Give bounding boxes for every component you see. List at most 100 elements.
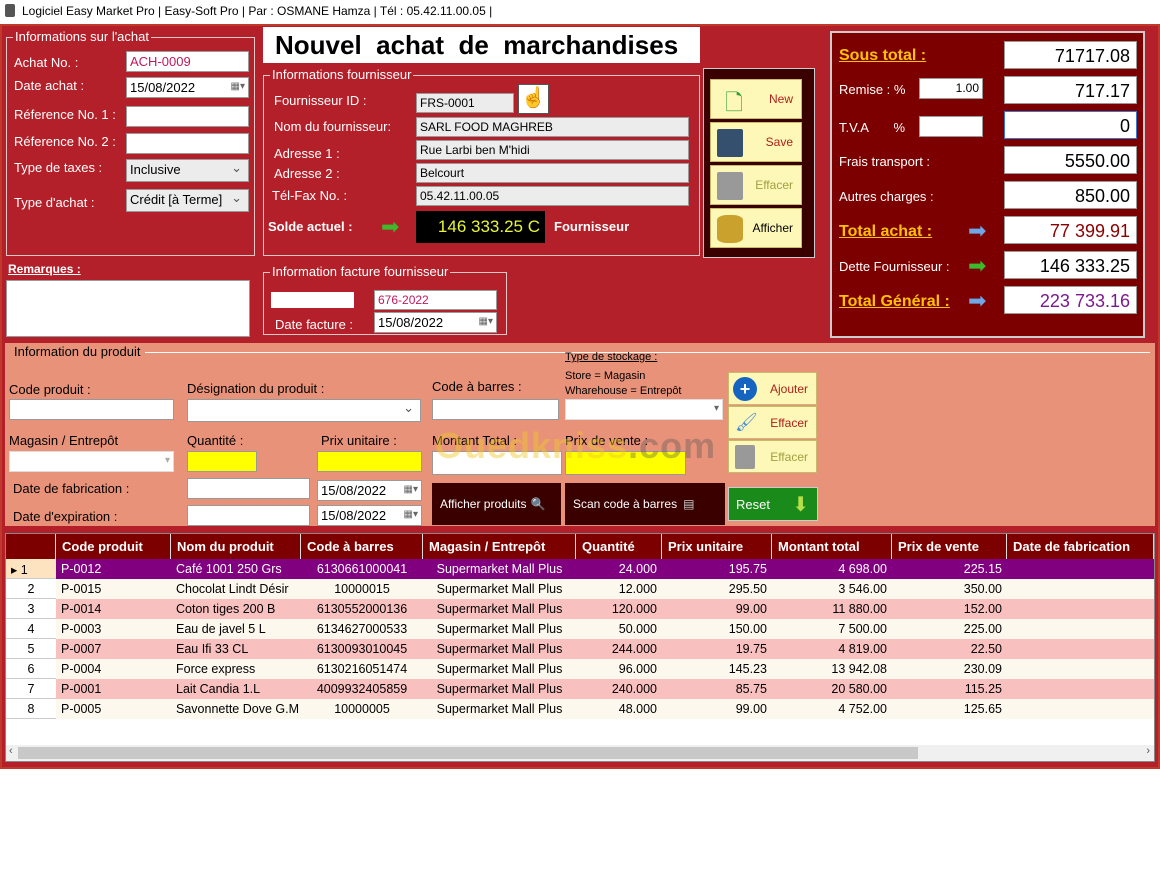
calendar-icon[interactable]: ▦▾ bbox=[231, 81, 245, 92]
effacer-button[interactable]: Effacer bbox=[710, 165, 802, 205]
stockage-line1: Store = Magasin bbox=[565, 370, 646, 382]
expiration-date-value: 15/08/2022 bbox=[321, 508, 387, 523]
table-row[interactable]: ▸ 1 P-0012 Café 1001 250 Grs 6130661000041 S… bbox=[6, 559, 1154, 579]
stockage-title: Type de stockage : bbox=[565, 351, 658, 363]
fabrication-field[interactable] bbox=[187, 478, 310, 499]
prix-unitaire-field[interactable] bbox=[317, 451, 422, 472]
table-row[interactable]: 7 P-0001 Lait Candia 1.L 4009932405859 Super… bbox=[6, 679, 1154, 699]
stockage-select[interactable]: ▾ bbox=[565, 399, 723, 420]
adresse2-label: Adresse 2 : bbox=[274, 166, 340, 181]
adresse2-field[interactable]: Belcourt bbox=[416, 163, 689, 183]
column-header[interactable]: Code à barres bbox=[301, 534, 423, 559]
magasin-select[interactable]: ▾ bbox=[9, 451, 174, 472]
scrollbar-thumb[interactable] bbox=[18, 747, 918, 759]
supprimer-produit-button[interactable]: Effacer bbox=[728, 440, 817, 473]
table-row[interactable]: 6 P-0004 Force express 6130216051474 Superma… bbox=[6, 659, 1154, 679]
column-header[interactable]: Nom du produit bbox=[171, 534, 301, 559]
remise-pct-field[interactable]: 1.00 bbox=[919, 78, 983, 99]
table-cell bbox=[1007, 559, 1154, 579]
table-cell: 195.75 bbox=[662, 559, 772, 579]
expiration-field[interactable] bbox=[187, 505, 310, 526]
horizontal-scrollbar[interactable]: ‹ › bbox=[6, 745, 1154, 761]
column-header[interactable]: Quantité bbox=[576, 534, 662, 559]
scroll-right-icon[interactable]: › bbox=[1146, 745, 1150, 757]
ref2-field[interactable] bbox=[126, 133, 249, 154]
scan-button[interactable]: Scan code à barres ▤ bbox=[565, 483, 725, 525]
row-number: 7 bbox=[6, 679, 56, 699]
table-row[interactable]: 5 P-0007 Eau Ifi 33 CL 6130093010045 Superma… bbox=[6, 639, 1154, 659]
afficher-produits-label: Afficher produits bbox=[440, 497, 527, 511]
date-facture-label: Date facture : bbox=[275, 317, 354, 332]
expiration-date-picker[interactable]: 15/08/2022 ▦▾ bbox=[317, 505, 422, 526]
date-facture-picker[interactable]: 15/08/2022 ▦▾ bbox=[374, 312, 497, 333]
column-header[interactable]: Montant total bbox=[772, 534, 892, 559]
tel-field[interactable]: 05.42.11.00.05 bbox=[416, 186, 689, 206]
new-button[interactable]: 🗋 New bbox=[710, 79, 802, 119]
ajouter-button[interactable]: + Ajouter bbox=[728, 372, 817, 405]
code-produit-field[interactable] bbox=[9, 399, 174, 420]
table-row[interactable]: 2 P-0015 Chocolat Lindt Désir 10000015 Super… bbox=[6, 579, 1154, 599]
barres-field[interactable] bbox=[432, 399, 559, 420]
table-cell: 240.000 bbox=[576, 679, 662, 699]
new-label: New bbox=[768, 92, 793, 106]
table-cell: Supermarket Mall Plus bbox=[423, 579, 576, 599]
effacer-label: Effacer bbox=[755, 178, 793, 192]
window-title: Logiciel Easy Market Pro | Easy-Soft Pro… bbox=[22, 4, 493, 18]
remarques-textarea[interactable] bbox=[6, 280, 250, 337]
products-table: Code produit Nom du produit Code à barres M… bbox=[5, 533, 1155, 762]
select-fournisseur-button[interactable]: ☝ bbox=[518, 84, 549, 114]
table-cell: 6130093010045 bbox=[301, 639, 423, 659]
effacer-produit-button[interactable]: 🖌 Effacer bbox=[728, 406, 817, 439]
transport-field[interactable]: 5550.00 bbox=[1004, 146, 1137, 174]
database-icon bbox=[717, 215, 743, 243]
calendar-icon[interactable]: ▦▾ bbox=[479, 316, 493, 327]
table-cell: P-0003 bbox=[56, 619, 171, 639]
fournisseur-id-field[interactable]: FRS-0001 bbox=[416, 93, 514, 113]
magasin-label: Magasin / Entrepôt bbox=[9, 433, 119, 448]
facture-no-field[interactable]: 676-2022 bbox=[374, 290, 497, 310]
taxes-select[interactable]: Inclusive bbox=[126, 159, 249, 182]
designation-select[interactable] bbox=[187, 399, 421, 422]
tva-pct-field[interactable] bbox=[919, 116, 983, 137]
table-cell: 20 580.00 bbox=[772, 679, 892, 699]
afficher-button[interactable]: Afficher bbox=[710, 208, 802, 248]
quantite-field[interactable] bbox=[187, 451, 257, 472]
adresse1-field[interactable]: Rue Larbi ben M'hidi bbox=[416, 140, 689, 160]
table-cell: Lait Candia 1.L bbox=[171, 679, 301, 699]
calendar-icon[interactable]: ▦▾ bbox=[404, 509, 418, 520]
remise-field[interactable]: 717.17 bbox=[1004, 76, 1137, 104]
fabrication-date-picker[interactable]: 15/08/2022 ▦▾ bbox=[317, 480, 422, 501]
ref1-field[interactable] bbox=[126, 106, 249, 127]
calendar-icon[interactable]: ▦▾ bbox=[404, 484, 418, 495]
reset-button[interactable]: Reset ⬇ bbox=[728, 487, 818, 521]
fournisseur-nom-label: Nom du fournisseur: bbox=[274, 119, 392, 134]
totals-panel: Sous total : 71717.08 Remise : % 1.00 71… bbox=[830, 31, 1145, 338]
achat-no-field[interactable]: ACH-0009 bbox=[126, 51, 249, 72]
sous-total-field[interactable]: 71717.08 bbox=[1004, 41, 1137, 69]
column-header[interactable]: Prix unitaire bbox=[662, 534, 772, 559]
fournisseur-nom-field[interactable]: SARL FOOD MAGHREB bbox=[416, 117, 689, 137]
table-row[interactable]: 3 P-0014 Coton tiges 200 B 6130552000136 Sup… bbox=[6, 599, 1154, 619]
table-cell: 50.000 bbox=[576, 619, 662, 639]
table-row[interactable]: 8 P-0005 Savonnette Dove G.M 10000005 Superm… bbox=[6, 699, 1154, 719]
table-cell bbox=[1007, 679, 1154, 699]
column-header[interactable]: Prix de vente bbox=[892, 534, 1007, 559]
blue-arrow-icon: ➡ bbox=[968, 218, 987, 243]
column-header[interactable]: Magasin / Entrepôt bbox=[423, 534, 576, 559]
table-cell: Supermarket Mall Plus bbox=[423, 659, 576, 679]
autres-field[interactable]: 850.00 bbox=[1004, 181, 1137, 209]
actions-panel: 🗋 New Save Effacer Afficher bbox=[703, 68, 815, 258]
type-achat-select[interactable]: Crédit [à Terme] bbox=[126, 189, 249, 212]
date-achat-picker[interactable]: 15/08/2022 ▦▾ bbox=[126, 77, 249, 98]
table-row[interactable]: 4 P-0003 Eau de javel 5 L 6134627000533 Supe… bbox=[6, 619, 1154, 639]
scroll-left-icon[interactable]: ‹ bbox=[9, 745, 13, 757]
afficher-produits-button[interactable]: Afficher produits 🔍 bbox=[432, 483, 561, 525]
tva-field[interactable]: 0 bbox=[1004, 111, 1137, 139]
table-cell: 120.000 bbox=[576, 599, 662, 619]
table-cell: 230.09 bbox=[892, 659, 1007, 679]
fournisseur-legend: Informations fournisseur bbox=[270, 67, 414, 82]
column-header[interactable]: Code produit bbox=[56, 534, 171, 559]
column-header[interactable]: Date de fabrication bbox=[1007, 534, 1154, 559]
facture-blank-field[interactable] bbox=[271, 292, 354, 308]
save-button[interactable]: Save bbox=[710, 122, 802, 162]
